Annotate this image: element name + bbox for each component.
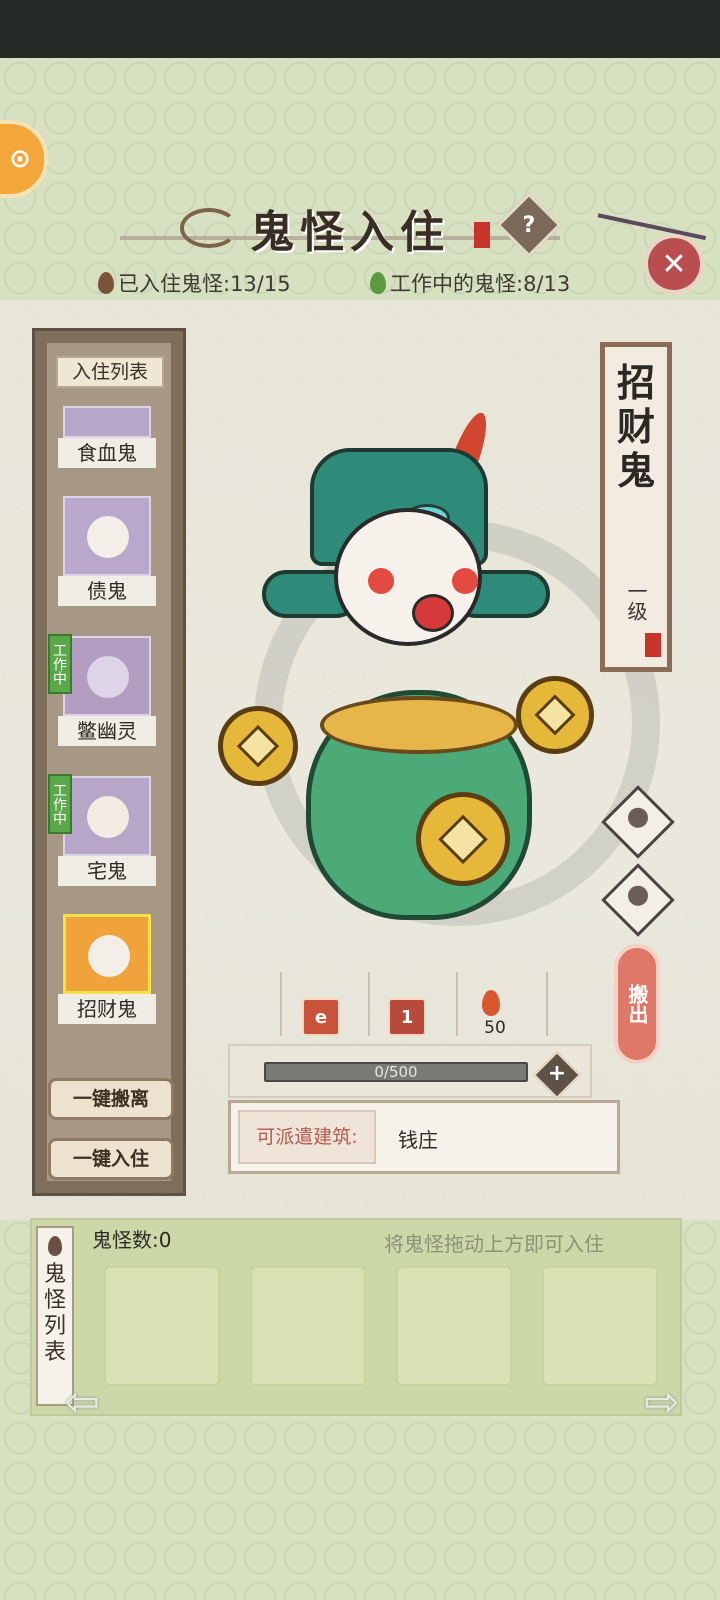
coin-icon <box>218 706 298 786</box>
list-item-ghost-2[interactable]: 债鬼 <box>58 496 156 606</box>
ghost-face <box>87 796 129 838</box>
list-item-ghost-4[interactable]: 宅鬼 工作中 <box>48 774 156 886</box>
remove-all-button[interactable]: 一键搬离 <box>48 1078 174 1120</box>
ghost-slot[interactable] <box>250 1266 366 1386</box>
cheek-right <box>452 568 478 594</box>
character-level: 一级 <box>624 581 648 621</box>
ghost-name: 鳖幽灵 <box>58 716 156 746</box>
fire-value: 50 <box>484 1018 506 1038</box>
working-count-label: 工作中的鬼怪:8/13 <box>390 272 571 296</box>
ghost-name: 食血鬼 <box>58 438 156 468</box>
character-mouth <box>412 594 454 632</box>
move-in-all-button[interactable]: 一键入住 <box>48 1138 174 1180</box>
ghost-slot[interactable] <box>104 1266 220 1386</box>
ghost-name: 宅鬼 <box>58 856 156 886</box>
plus-icon: + <box>547 1061 567 1086</box>
ghost-portrait <box>63 406 151 438</box>
list-item-ghost-3[interactable]: 鳖幽灵 工作中 <box>48 634 156 746</box>
swirl-icon <box>628 807 648 828</box>
resident-list-header: 入住列表 <box>56 356 164 388</box>
ghost-slot[interactable] <box>542 1266 658 1386</box>
ghost-list-tab-label: 鬼怪列表 <box>44 1262 67 1365</box>
divider <box>368 972 370 1036</box>
swirl-ornament-icon <box>180 208 238 248</box>
divider <box>456 972 458 1036</box>
ghost-face <box>87 516 129 558</box>
title-area: 鬼怪入住 <box>120 196 560 258</box>
resident-count: 已入住鬼怪:13/15 <box>98 268 291 298</box>
flame-icon <box>98 272 114 294</box>
dispatch-label: 可派遣建筑: <box>238 1110 376 1164</box>
ghost-count: 鬼怪数:0 <box>92 1228 172 1252</box>
ghost-name: 债鬼 <box>58 576 156 606</box>
ghost-face <box>87 656 129 698</box>
list-item-ghost-1[interactable]: 食血鬼 <box>58 406 156 468</box>
bag-icon <box>628 885 648 906</box>
attribute-e-icon: e <box>302 998 340 1036</box>
working-count: 工作中的鬼怪:8/13 <box>370 268 570 298</box>
flame-icon <box>48 1236 62 1256</box>
status-bar <box>0 0 720 58</box>
character-name: 招财鬼 <box>616 360 655 493</box>
question-icon: ? <box>522 212 536 238</box>
ghost-name: 招财鬼 <box>58 994 156 1024</box>
ghost-portrait <box>63 496 151 576</box>
seal-icon <box>474 222 490 248</box>
ghost-portrait <box>63 914 151 994</box>
ghost-slot[interactable] <box>396 1266 512 1386</box>
ghost-portrait <box>63 636 151 716</box>
working-badge: 工作中 <box>48 774 72 834</box>
bag-gold-pile <box>320 696 518 754</box>
fire-icon <box>482 990 500 1016</box>
coin-icon <box>516 676 594 754</box>
green-flame-icon <box>370 272 386 294</box>
move-out-button[interactable]: 搬出 <box>614 944 660 1064</box>
arrow-right-icon[interactable]: ⇨ <box>632 1381 692 1423</box>
coin-icon <box>416 792 510 886</box>
attribute-level-icon: 1 <box>388 998 426 1036</box>
character-name-plate: 招财鬼 一级 <box>600 342 672 672</box>
ghost-face <box>88 935 130 977</box>
ghost-portrait <box>63 776 151 856</box>
list-item-ghost-5[interactable]: 招财鬼 <box>58 914 156 1024</box>
close-button[interactable]: ✕ <box>644 234 704 294</box>
dispatch-building: 钱庄 <box>398 1128 438 1152</box>
resident-count-label: 已入住鬼怪:13/15 <box>118 272 291 296</box>
arrow-left-icon[interactable]: ⇦ <box>52 1381 112 1423</box>
seal-icon <box>645 633 661 657</box>
resident-list-scroll[interactable] <box>47 343 171 1181</box>
experience-text: 0/500 <box>374 1063 418 1081</box>
drag-hint: 将鬼怪拖动上方即可入住 <box>384 1232 604 1256</box>
cheek-left <box>368 568 394 594</box>
working-badge: 工作中 <box>48 634 72 694</box>
close-icon: ✕ <box>661 246 687 282</box>
